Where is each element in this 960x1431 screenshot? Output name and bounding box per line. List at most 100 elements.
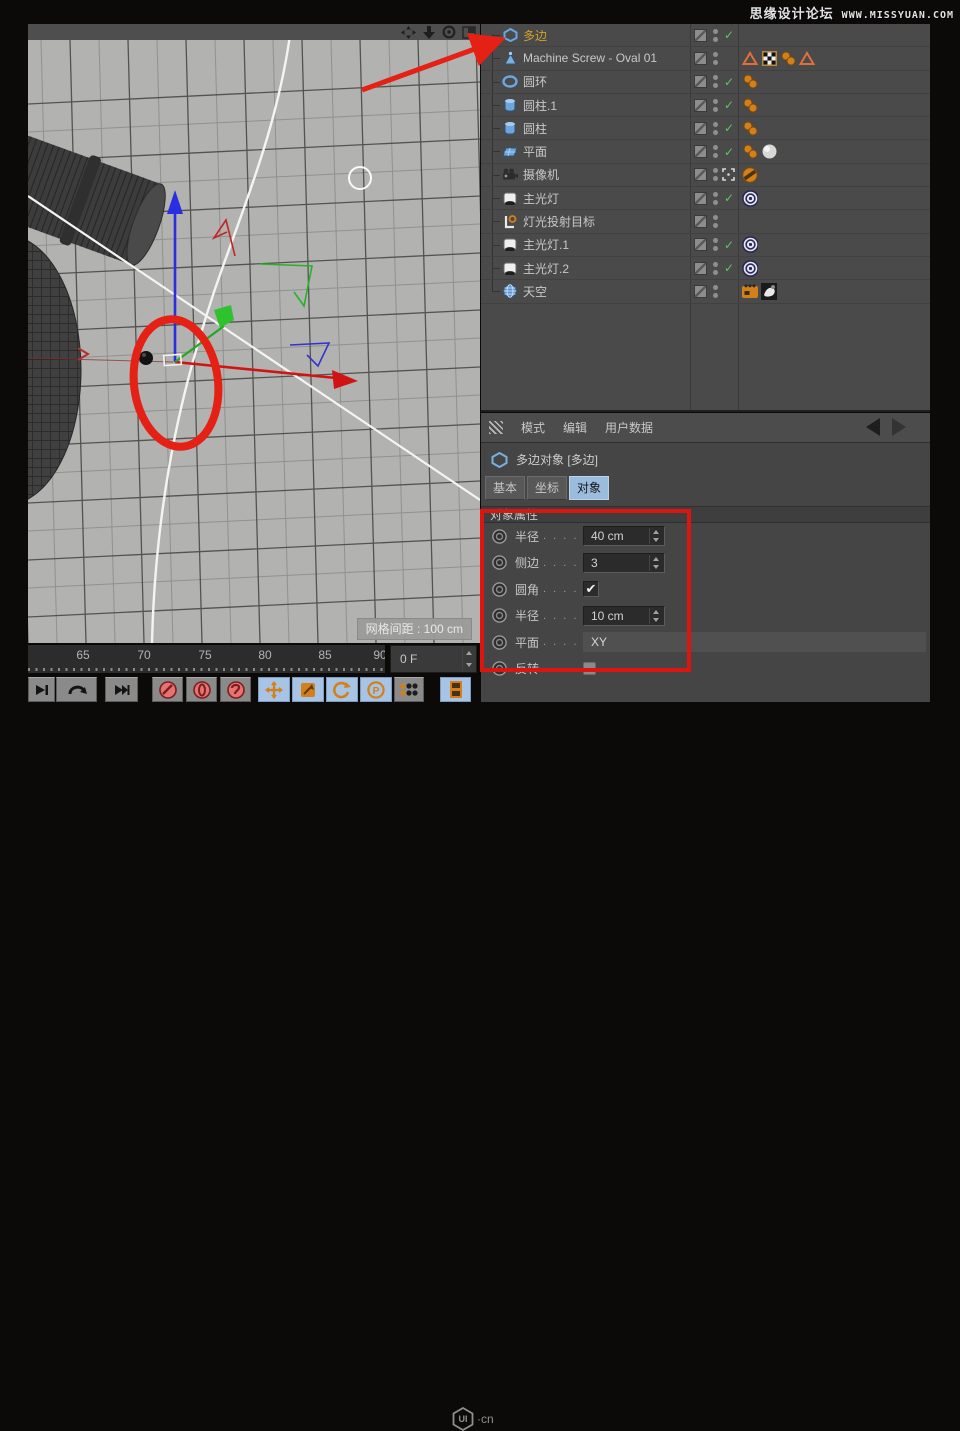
- stepper-arrows[interactable]: [649, 555, 662, 571]
- triangle-tag-icon[interactable]: [742, 50, 758, 66]
- object-label[interactable]: 灯光投射目标: [523, 213, 595, 230]
- object-row-cylinder1[interactable]: 圆柱.1 ✓: [481, 94, 930, 117]
- keyframe-circle-icon[interactable]: [492, 529, 507, 544]
- menu-item-edit[interactable]: 编辑: [563, 419, 587, 436]
- visibility-dots[interactable]: [713, 238, 718, 251]
- object-label[interactable]: 圆环: [523, 73, 547, 90]
- layer-toggle[interactable]: [694, 29, 707, 42]
- visibility-dots[interactable]: [713, 192, 718, 205]
- record-scale-button[interactable]: [292, 677, 324, 702]
- object-row-light[interactable]: 主光灯 ✓: [481, 187, 930, 210]
- object-row-plane[interactable]: 平面 ✓: [481, 140, 930, 163]
- visibility-dots[interactable]: [713, 29, 718, 42]
- enabled-check-icon[interactable]: ✓: [724, 121, 734, 135]
- keyframe-circle-icon[interactable]: [492, 661, 507, 676]
- object-label[interactable]: 天空: [523, 283, 547, 300]
- phong-tag-icon[interactable]: [742, 97, 758, 113]
- object-label[interactable]: 圆柱.1: [523, 97, 557, 114]
- enabled-check-icon[interactable]: ✓: [724, 145, 734, 159]
- visibility-dots[interactable]: [713, 75, 718, 88]
- protection-tag-icon[interactable]: [742, 167, 758, 183]
- enabled-check-icon[interactable]: ✓: [724, 238, 734, 252]
- stepper-arrows[interactable]: [649, 608, 662, 624]
- panel-menu-icon[interactable]: [489, 421, 503, 434]
- keyframe-circle-icon[interactable]: [492, 582, 507, 597]
- layer-toggle[interactable]: [694, 285, 707, 298]
- triangle-tag-icon[interactable]: [799, 50, 815, 66]
- record-parameter-button[interactable]: P: [360, 677, 392, 702]
- object-row-light2[interactable]: 主光灯.2 ✓: [481, 257, 930, 280]
- play-forward-button[interactable]: [28, 677, 55, 702]
- phong-tag-icon[interactable]: [780, 50, 796, 66]
- object-row-cylinder[interactable]: 圆柱 ✓: [481, 117, 930, 140]
- record-rotation-button[interactable]: [326, 677, 358, 702]
- object-row-circle[interactable]: 圆环 ✓: [481, 71, 930, 94]
- rounding-checkbox[interactable]: ✔: [583, 581, 599, 597]
- camera-focus-icon[interactable]: [722, 168, 735, 181]
- keyframe-circle-icon[interactable]: [492, 608, 507, 623]
- visibility-dots[interactable]: [713, 122, 718, 135]
- keyframe-film-button[interactable]: [440, 677, 471, 702]
- menu-item-mode[interactable]: 模式: [521, 419, 545, 436]
- layer-toggle[interactable]: [694, 238, 707, 251]
- pan-icon[interactable]: [401, 26, 416, 39]
- tab-coordinates[interactable]: 坐标: [527, 476, 567, 500]
- object-label[interactable]: 多边: [523, 27, 547, 44]
- object-label[interactable]: 圆柱: [523, 120, 547, 137]
- enabled-check-icon[interactable]: ✓: [724, 75, 734, 89]
- goto-end-button[interactable]: [105, 677, 138, 702]
- object-label[interactable]: 主光灯.1: [523, 236, 569, 253]
- object-label[interactable]: 主光灯.2: [523, 260, 569, 277]
- enabled-check-icon[interactable]: ✓: [724, 261, 734, 275]
- dolly-icon[interactable]: [422, 26, 436, 39]
- autokey-button[interactable]: [186, 677, 217, 702]
- loop-mode-button[interactable]: [56, 677, 97, 702]
- enabled-check-icon[interactable]: ✓: [724, 98, 734, 112]
- layer-toggle[interactable]: [694, 52, 707, 65]
- checkerboard-tag-icon[interactable]: [761, 50, 777, 66]
- object-row-sky[interactable]: 天空: [481, 280, 930, 303]
- enabled-check-icon[interactable]: ✓: [724, 191, 734, 205]
- object-label[interactable]: 主光灯: [523, 190, 559, 207]
- layer-toggle[interactable]: [694, 122, 707, 135]
- visibility-dots[interactable]: [713, 215, 718, 228]
- sides-input[interactable]: 3: [583, 553, 665, 573]
- point-level-animation-button[interactable]: [394, 677, 424, 702]
- radius-input[interactable]: 40 cm: [583, 526, 665, 546]
- current-frame-field[interactable]: 0 F: [390, 645, 477, 673]
- enabled-check-icon[interactable]: ✓: [724, 28, 734, 42]
- layer-toggle[interactable]: [694, 168, 707, 181]
- layer-toggle[interactable]: [694, 75, 707, 88]
- visibility-dots[interactable]: [713, 145, 718, 158]
- visibility-dots[interactable]: [713, 52, 718, 65]
- phong-tag-icon[interactable]: [742, 144, 758, 160]
- record-keyframe-button[interactable]: [152, 677, 183, 702]
- tab-object[interactable]: 对象: [569, 476, 609, 500]
- history-back-icon[interactable]: [864, 417, 882, 437]
- object-row-light1[interactable]: 主光灯.1 ✓: [481, 234, 930, 257]
- object-row-light-target[interactable]: 灯光投射目标: [481, 210, 930, 233]
- frame-stepper[interactable]: [462, 647, 474, 671]
- keyframe-circle-icon[interactable]: [492, 635, 507, 650]
- target-tag-icon[interactable]: [742, 237, 758, 253]
- object-row-machine-screw[interactable]: Machine Screw - Oval 01: [481, 47, 930, 70]
- stepper-arrows[interactable]: [649, 528, 662, 544]
- target-tag-icon[interactable]: [742, 190, 758, 206]
- object-label[interactable]: 平面: [523, 143, 547, 160]
- object-row-camera[interactable]: 摄像机: [481, 164, 930, 187]
- history-forward-icon[interactable]: [890, 417, 908, 437]
- rotate-icon[interactable]: [442, 25, 456, 39]
- visibility-dots[interactable]: [713, 285, 718, 298]
- target-tag-icon[interactable]: [742, 260, 758, 276]
- compositing-tag-icon[interactable]: [742, 283, 758, 299]
- object-row-nside[interactable]: 多边 ✓: [481, 24, 930, 47]
- tab-basic[interactable]: 基本: [485, 476, 525, 500]
- texture-sphere-tag-icon[interactable]: [761, 144, 777, 160]
- rounding-radius-input[interactable]: 10 cm: [583, 606, 665, 626]
- visibility-dots[interactable]: [713, 262, 718, 275]
- keyframe-circle-icon[interactable]: [492, 555, 507, 570]
- layer-toggle[interactable]: [694, 99, 707, 112]
- phong-tag-icon[interactable]: [742, 74, 758, 90]
- object-label[interactable]: Machine Screw - Oval 01: [523, 51, 657, 65]
- visibility-dots[interactable]: [713, 168, 718, 181]
